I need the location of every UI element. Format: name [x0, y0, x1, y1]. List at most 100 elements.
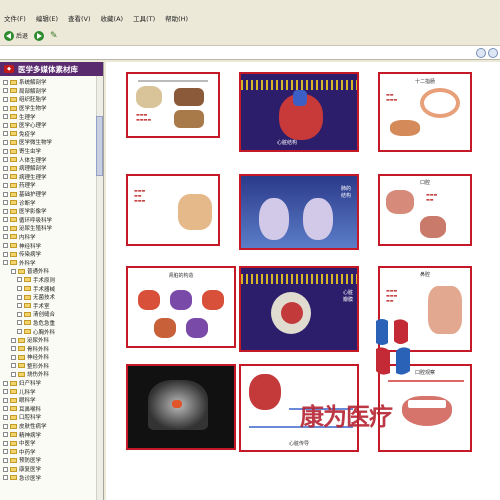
expand-toggle-icon[interactable] [3, 380, 8, 386]
sidebar-tree-item[interactable]: 烧伤外科 [0, 370, 96, 379]
expand-toggle-icon[interactable] [3, 414, 8, 420]
thumbnail-card[interactable]: 口腔观察 [378, 364, 472, 452]
expand-toggle-icon[interactable] [11, 337, 16, 343]
expand-toggle-icon[interactable] [3, 397, 8, 403]
expand-toggle-icon[interactable] [3, 88, 8, 94]
expand-toggle-icon[interactable] [11, 371, 16, 377]
thumbnail-card[interactable]: 心脏瓣膜 [239, 266, 359, 352]
expand-toggle-icon[interactable] [3, 389, 8, 395]
expand-toggle-icon[interactable] [3, 423, 8, 429]
sidebar-tree-item[interactable]: 人体生理学 [0, 155, 96, 164]
sidebar-tree-item[interactable]: 清创缝合 [0, 310, 96, 319]
sidebar-tree-item[interactable]: 组织胚胎学 [0, 95, 96, 104]
expand-toggle-icon[interactable] [17, 286, 22, 292]
expand-toggle-icon[interactable] [3, 157, 8, 163]
expand-toggle-icon[interactable] [3, 200, 8, 206]
expand-toggle-icon[interactable] [3, 457, 8, 463]
expand-toggle-icon[interactable] [3, 122, 8, 128]
expand-toggle-icon[interactable] [17, 320, 22, 326]
sidebar-tree-item[interactable]: 医学心理学 [0, 121, 96, 130]
expand-toggle-icon[interactable] [3, 440, 8, 446]
menu-tools[interactable]: 工具(T) [133, 13, 155, 23]
sidebar-tree-item[interactable]: 免疫学 [0, 130, 96, 139]
scrollbar-thumb[interactable] [96, 116, 103, 176]
expand-toggle-icon[interactable] [3, 432, 8, 438]
thumbnail-card[interactable]: 肾脏的构造 [126, 266, 236, 348]
expand-toggle-icon[interactable] [3, 114, 8, 120]
sidebar-tree-item[interactable]: 中医学 [0, 439, 96, 448]
expand-toggle-icon[interactable] [3, 234, 8, 240]
sidebar-tree-item[interactable]: 内科学 [0, 233, 96, 242]
expand-toggle-icon[interactable] [11, 363, 16, 369]
sidebar-tree-item[interactable]: 手术原则 [0, 276, 96, 285]
thumbnail-card[interactable] [126, 364, 236, 450]
expand-toggle-icon[interactable] [3, 79, 8, 85]
sidebar-tree-item[interactable]: 病理解剖学 [0, 164, 96, 173]
sidebar-tree-item[interactable]: 心胸外科 [0, 327, 96, 336]
expand-toggle-icon[interactable] [3, 449, 8, 455]
menu-favorites[interactable]: 收藏(A) [101, 13, 124, 23]
sidebar-tree-item[interactable]: 基础护理学 [0, 190, 96, 199]
sidebar-tree-item[interactable]: 儿科学 [0, 387, 96, 396]
expand-toggle-icon[interactable] [11, 346, 16, 352]
expand-toggle-icon[interactable] [3, 105, 8, 111]
expand-toggle-icon[interactable] [3, 225, 8, 231]
expand-toggle-icon[interactable] [17, 303, 22, 309]
sidebar-tree-item[interactable]: 妇产科学 [0, 379, 96, 388]
sidebar-tree-item[interactable]: 外科学 [0, 258, 96, 267]
expand-toggle-icon[interactable] [3, 139, 8, 145]
expand-toggle-icon[interactable] [3, 148, 8, 154]
expand-toggle-icon[interactable] [17, 294, 22, 300]
sidebar-tree-item[interactable]: 病理生理学 [0, 173, 96, 182]
sidebar-tree-item[interactable]: 循环呼吸科学 [0, 216, 96, 225]
sidebar-tree-item[interactable]: 眼科学 [0, 396, 96, 405]
sidebar-tree-item[interactable]: 手术器械 [0, 284, 96, 293]
sidebar-tree-item[interactable]: 耳鼻喉科 [0, 405, 96, 414]
menu-view[interactable]: 查看(V) [68, 13, 91, 23]
expand-toggle-icon[interactable] [3, 217, 8, 223]
sidebar-tree-item[interactable]: 精神病学 [0, 430, 96, 439]
sidebar-tree-item[interactable]: 普通外科 [0, 267, 96, 276]
sidebar-tree-item[interactable]: 泌尿生殖科学 [0, 224, 96, 233]
sidebar-tree-item[interactable]: 神经科学 [0, 241, 96, 250]
sidebar-tree-item[interactable]: 康复医学 [0, 465, 96, 474]
sidebar-tree-item[interactable]: 口腔科学 [0, 413, 96, 422]
expand-toggle-icon[interactable] [3, 466, 8, 472]
expand-toggle-icon[interactable] [3, 475, 8, 481]
sidebar-tree-item[interactable]: 局部解剖学 [0, 87, 96, 96]
back-button[interactable]: 后退 [4, 30, 28, 41]
address-bar[interactable] [0, 46, 500, 60]
sidebar-scrollbar[interactable] [96, 76, 103, 500]
expand-toggle-icon[interactable] [17, 277, 22, 283]
expand-toggle-icon[interactable] [3, 182, 8, 188]
thumbnail-card[interactable]: 肺的结构 [239, 174, 359, 250]
sidebar-tree-item[interactable]: 医学生物学 [0, 104, 96, 113]
sidebar-tree-item[interactable]: 医学影像学 [0, 207, 96, 216]
sidebar-tree-item[interactable]: 急危急重 [0, 319, 96, 328]
expand-toggle-icon[interactable] [3, 243, 8, 249]
sidebar-tree-item[interactable]: 手术室 [0, 301, 96, 310]
sidebar-tree-item[interactable]: 诊断学 [0, 198, 96, 207]
sidebar-tree-item[interactable]: 急诊医学 [0, 473, 96, 482]
expand-toggle-icon[interactable] [3, 251, 8, 257]
expand-toggle-icon[interactable] [17, 311, 22, 317]
thumbnail-card[interactable]: 心脏结构 [239, 72, 359, 152]
thumbnail-card[interactable]: ▬▬▬ ▬▬▬▬ [126, 72, 220, 138]
expand-toggle-icon[interactable] [3, 191, 8, 197]
menu-file[interactable]: 文件(F) [4, 13, 26, 23]
sidebar-tree-item[interactable]: 系统解剖学 [0, 78, 96, 87]
expand-toggle-icon[interactable] [3, 174, 8, 180]
expand-toggle-icon[interactable] [17, 329, 22, 335]
expand-toggle-icon[interactable] [11, 268, 16, 274]
expand-toggle-icon[interactable] [3, 208, 8, 214]
expand-toggle-icon[interactable] [3, 165, 8, 171]
thumbnail-card[interactable]: 口腔 ▬▬▬ ▬▬ [378, 174, 472, 246]
go-icon[interactable] [476, 48, 486, 58]
sidebar-tree-item[interactable]: 无菌技术 [0, 293, 96, 302]
sidebar-tree-item[interactable]: 骨科外科 [0, 344, 96, 353]
sidebar-tree-item[interactable]: 中药学 [0, 448, 96, 457]
sidebar-tree-item[interactable]: 预防医学 [0, 456, 96, 465]
sidebar-tree-item[interactable]: 皮肤性病学 [0, 422, 96, 431]
sidebar-tree-item[interactable]: 传染病学 [0, 250, 96, 259]
expand-toggle-icon[interactable] [3, 406, 8, 412]
